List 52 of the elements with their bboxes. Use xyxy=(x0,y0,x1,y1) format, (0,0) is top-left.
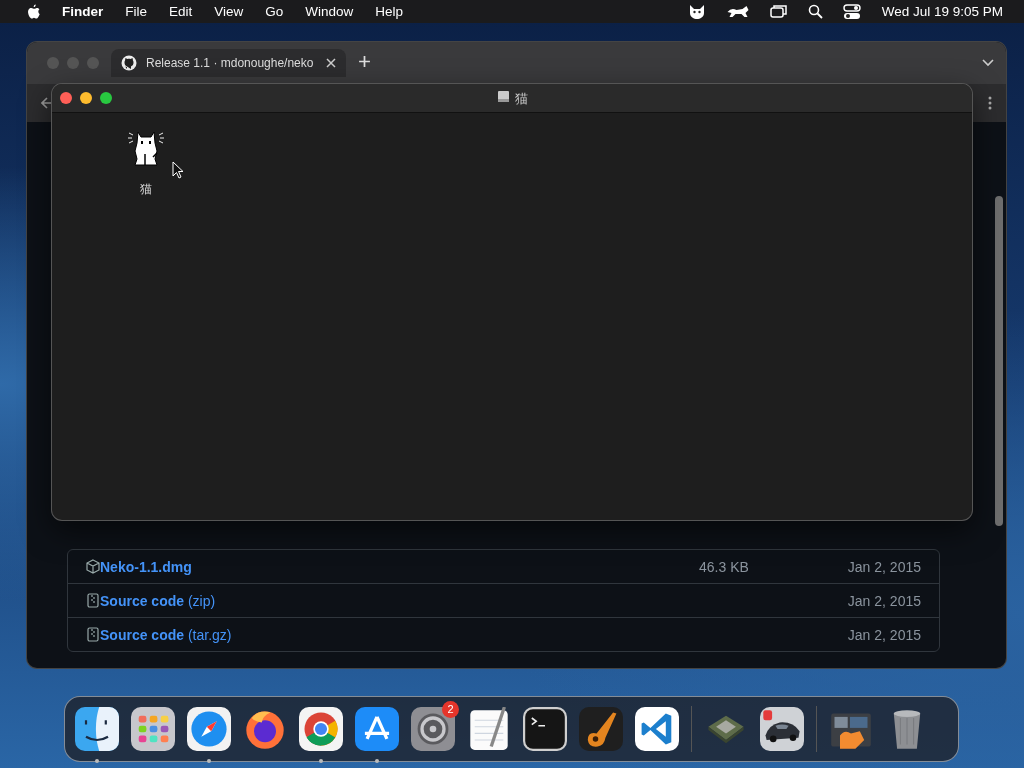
code-editor-app-icon[interactable] xyxy=(635,707,679,751)
menu-item[interactable]: File xyxy=(116,4,157,19)
zip-file-icon xyxy=(86,593,100,608)
asset-link[interactable]: Source code (tar.gz) xyxy=(100,626,232,643)
notepad-pencil-app-icon[interactable] xyxy=(467,707,511,751)
chrome-app-icon[interactable] xyxy=(299,707,343,751)
guitar-app-icon[interactable] xyxy=(579,707,623,751)
compass-app-icon[interactable] xyxy=(187,707,231,751)
close-icon[interactable] xyxy=(326,58,336,68)
back-arrow-icon[interactable] xyxy=(41,97,53,109)
disk-image-icon xyxy=(496,90,510,103)
window-title: 猫 xyxy=(514,90,528,108)
window-close-button[interactable] xyxy=(60,92,72,104)
github-logo-icon xyxy=(121,55,137,71)
tab-title: Release 1.1 · mdonoughe/neko xyxy=(146,56,315,70)
menu-item[interactable]: Help xyxy=(366,4,413,19)
gear-app-icon[interactable] xyxy=(411,707,455,751)
notification-badge: 2 xyxy=(442,701,459,718)
sports-car-app-icon[interactable] xyxy=(760,707,804,751)
menu-item[interactable]: View xyxy=(205,4,253,19)
menu-item[interactable]: Window xyxy=(296,4,363,19)
file-size: 46.3 KB xyxy=(699,558,750,575)
cat-file-icon[interactable] xyxy=(126,129,166,169)
terminal-app-icon[interactable] xyxy=(523,707,567,751)
launchpad-app-icon[interactable] xyxy=(131,707,175,751)
menu-item[interactable]: Go xyxy=(256,4,293,19)
zip-file-icon xyxy=(86,627,100,642)
finder-app-icon[interactable] xyxy=(75,707,119,751)
kebab-menu-icon[interactable] xyxy=(988,96,992,110)
search-icon[interactable] xyxy=(807,4,823,19)
control-center-icon[interactable] xyxy=(842,3,861,20)
asset-date: Jan 2, 2015 xyxy=(846,592,921,609)
menu-clock[interactable]: Wed Jul 19 9:05 PM xyxy=(872,4,1012,19)
mouse-pointer-icon xyxy=(172,161,184,179)
asset-date: Jan 2, 2015 xyxy=(846,558,921,575)
apple-logo-icon[interactable] xyxy=(26,3,41,20)
menu-item[interactable]: Finder xyxy=(53,4,113,19)
chevron-down-icon[interactable] xyxy=(982,59,994,67)
window-zoom-button[interactable] xyxy=(100,92,112,104)
browser-tab[interactable]: Release 1.1 · mdonoughe/neko xyxy=(111,49,346,77)
asset-link[interactable]: Neko-1.1.dmg xyxy=(100,558,192,575)
cat-face-icon[interactable] xyxy=(687,3,706,20)
windows-icon[interactable] xyxy=(769,4,788,19)
menu-item[interactable]: Edit xyxy=(160,4,202,19)
asset-link[interactable]: Source code (zip) xyxy=(100,592,216,609)
app-store-icon[interactable] xyxy=(355,707,399,751)
asset-date: Jan 2, 2015 xyxy=(846,626,921,643)
window-minimize-button[interactable] xyxy=(80,92,92,104)
package-icon xyxy=(86,559,100,574)
file-name[interactable]: 猫 xyxy=(140,181,152,198)
scrollbar[interactable] xyxy=(995,196,1003,526)
running-cat-icon[interactable] xyxy=(725,4,750,19)
